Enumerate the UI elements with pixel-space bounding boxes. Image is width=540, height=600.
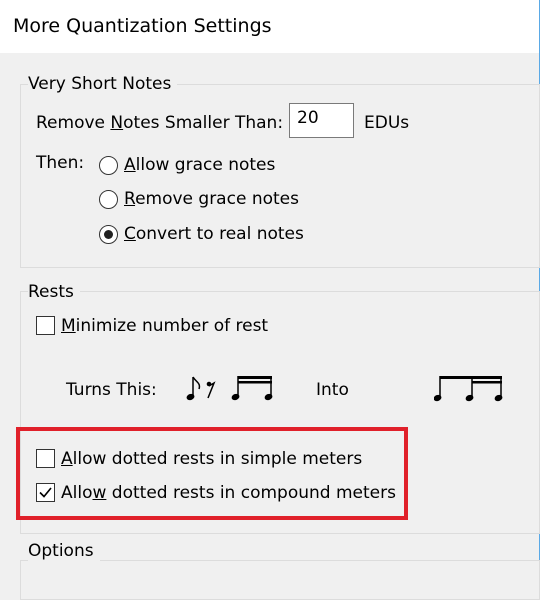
window-title: More Quantization Settings	[13, 15, 272, 37]
into-notation	[434, 374, 506, 404]
options-group	[20, 560, 540, 600]
remove-grace-notes-label[interactable]: Remove grace notes	[124, 189, 299, 209]
radio-selected-dot	[104, 230, 113, 239]
allow-grace-notes-label[interactable]: Allow grace notes	[124, 155, 275, 175]
minimize-rests-checkbox[interactable]	[36, 316, 55, 335]
then-label: Then:	[36, 153, 85, 173]
into-label: Into	[316, 380, 349, 400]
options-label: Options	[28, 541, 100, 561]
turns-this-label: Turns This:	[66, 380, 157, 400]
title-bar: More Quantization Settings	[0, 0, 540, 53]
highlight-box	[16, 427, 408, 520]
turns-this-notation	[186, 374, 276, 404]
allow-grace-notes-radio[interactable]	[99, 156, 118, 175]
remove-grace-notes-radio[interactable]	[99, 190, 118, 209]
minimize-rests-label[interactable]: Minimize number of rests	[61, 316, 269, 336]
convert-to-real-notes-label[interactable]: Convert to real notes	[124, 224, 304, 244]
convert-to-real-notes-radio[interactable]	[99, 225, 118, 244]
remove-notes-label: Remove Notes Smaller Than:	[36, 113, 284, 133]
rests-label: Rests	[28, 282, 80, 302]
edus-label: EDUs	[364, 113, 410, 133]
edu-threshold-input[interactable]: 20	[289, 103, 354, 138]
very-short-notes-label: Very Short Notes	[28, 74, 178, 94]
